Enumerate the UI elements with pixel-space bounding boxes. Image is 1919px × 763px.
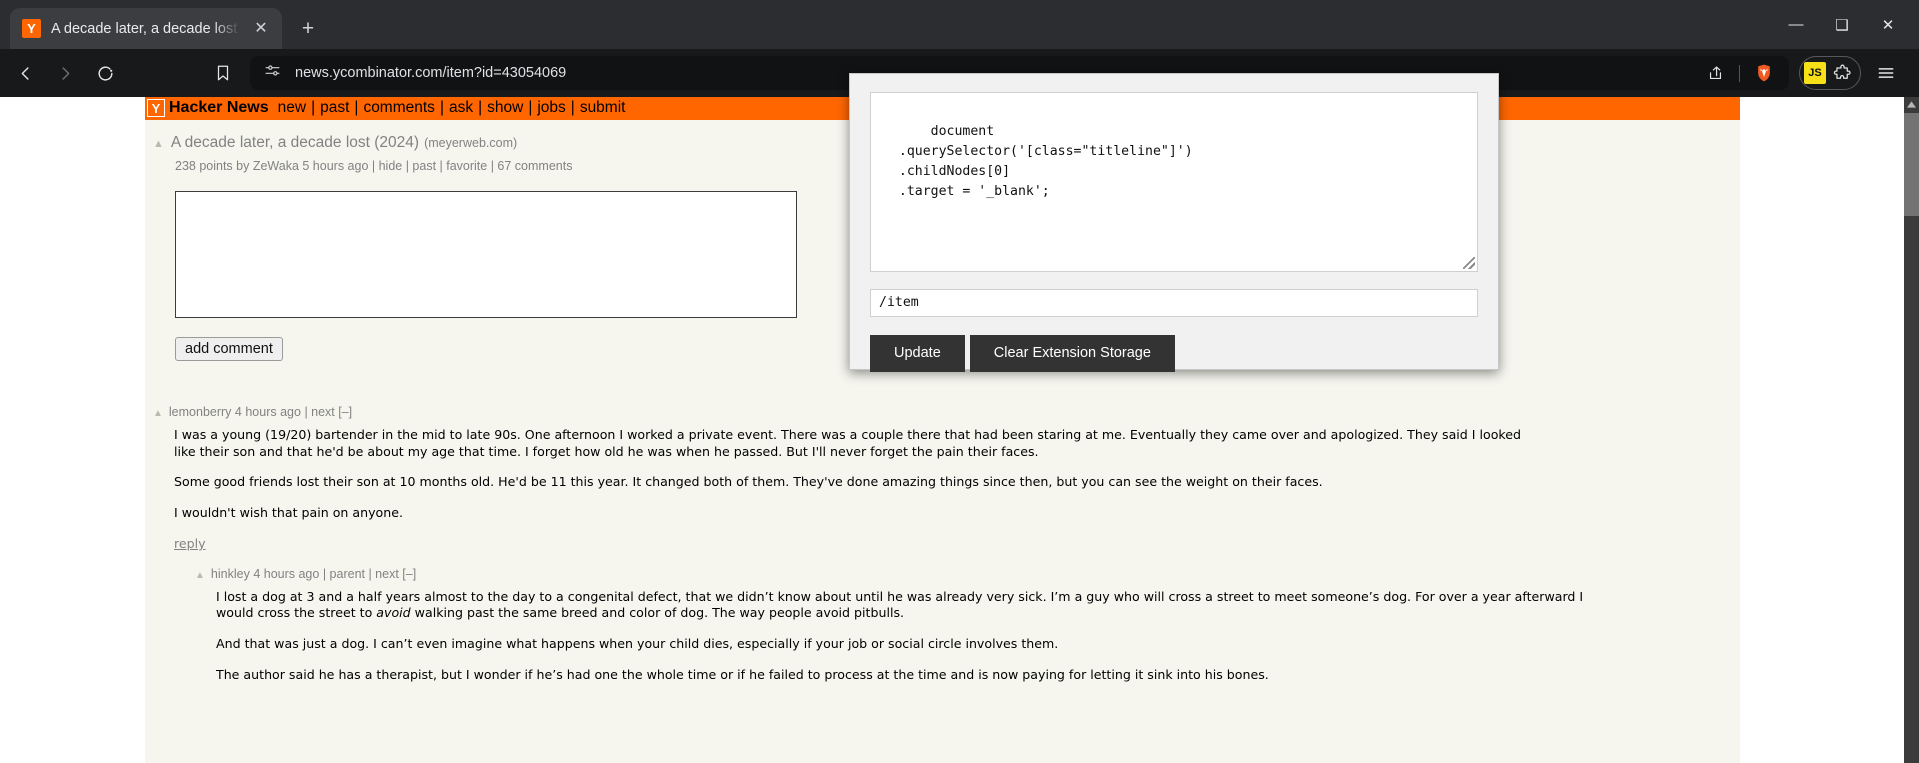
popup-button-row: Update Clear Extension Storage bbox=[870, 335, 1478, 372]
extension-popup: document .querySelector('[class="titleli… bbox=[849, 73, 1499, 372]
browser-window: Y A decade later, a decade lost (2 ✕ + —… bbox=[0, 0, 1919, 763]
code-text: document .querySelector('[class="titleli… bbox=[898, 124, 1193, 200]
scrollbar-thumb[interactable] bbox=[1904, 113, 1919, 216]
story-title[interactable]: A decade later, a decade lost (2024) bbox=[171, 134, 419, 152]
minimize-icon[interactable]: — bbox=[1773, 2, 1819, 47]
comment-links[interactable]: | parent | next [–] bbox=[323, 567, 416, 581]
close-window-icon[interactable]: ✕ bbox=[1865, 2, 1911, 47]
window-controls: — ❑ ✕ bbox=[1773, 0, 1911, 49]
story-host[interactable]: (meyerweb.com) bbox=[424, 136, 517, 150]
comment-author[interactable]: hinkley bbox=[211, 567, 250, 581]
tab-favicon: Y bbox=[22, 19, 41, 38]
back-icon[interactable] bbox=[6, 54, 44, 92]
hn-nav-jobs[interactable]: jobs bbox=[537, 99, 565, 117]
comment-links[interactable]: | next [–] bbox=[304, 405, 352, 419]
hn-logo[interactable]: Y bbox=[147, 99, 165, 117]
share-icon[interactable] bbox=[1700, 58, 1730, 88]
upvote-icon[interactable]: ▲ bbox=[195, 570, 205, 581]
hn-nav-sep: | bbox=[528, 99, 533, 116]
upvote-icon[interactable]: ▲ bbox=[153, 138, 164, 150]
extension-toolbar: JS bbox=[1799, 54, 1905, 92]
hn-site-title[interactable]: Hacker News bbox=[169, 99, 269, 117]
update-button[interactable]: Update bbox=[870, 335, 965, 372]
maximize-icon[interactable]: ❑ bbox=[1819, 2, 1865, 47]
hn-nav-sep: | bbox=[570, 99, 575, 116]
comment-paragraph: And that was just a dog. I can’t even im… bbox=[216, 636, 1059, 652]
hn-nav-submit[interactable]: submit bbox=[580, 99, 626, 117]
tab-title: A decade later, a decade lost (2 bbox=[51, 20, 240, 37]
bookmark-icon[interactable] bbox=[204, 54, 242, 92]
comment-textarea[interactable] bbox=[175, 191, 797, 318]
path-input[interactable]: /item bbox=[870, 289, 1478, 317]
hn-nav-sep: | bbox=[354, 99, 359, 116]
comment-paragraph: I lost a dog at 3 and a half years almos… bbox=[216, 588, 1584, 621]
comment-paragraph: I wouldn't wish that pain on anyone. bbox=[174, 505, 403, 521]
reload-icon[interactable] bbox=[86, 54, 124, 92]
comment-item: ▲ hinkley 4 hours ago | parent | next [–… bbox=[145, 567, 1740, 684]
extension-pill: JS bbox=[1799, 56, 1861, 90]
close-icon[interactable]: ✕ bbox=[250, 18, 272, 40]
comment-list: ▲ lemonberry 4 hours ago | next [–] I wa… bbox=[145, 361, 1740, 684]
omnibox-actions bbox=[1700, 58, 1783, 88]
emphasized-word: avoid bbox=[376, 605, 411, 621]
comment-age[interactable]: 4 hours ago bbox=[235, 405, 301, 419]
browser-menu-icon[interactable] bbox=[1867, 54, 1905, 92]
site-settings-icon[interactable] bbox=[264, 62, 281, 84]
hn-nav-comments[interactable]: comments bbox=[363, 99, 435, 117]
comment-age[interactable]: 4 hours ago bbox=[253, 567, 319, 581]
js-extension-icon[interactable]: JS bbox=[1804, 62, 1826, 84]
hn-nav-new[interactable]: new bbox=[278, 99, 306, 117]
hn-nav-sep: | bbox=[311, 99, 316, 116]
hn-nav-sep: | bbox=[439, 99, 444, 116]
tab-strip: Y A decade later, a decade lost (2 ✕ + —… bbox=[0, 0, 1919, 49]
brave-shields-icon[interactable] bbox=[1749, 58, 1779, 88]
hn-nav-ask[interactable]: ask bbox=[449, 99, 473, 117]
hn-nav-past[interactable]: past bbox=[320, 99, 349, 117]
code-editor-textarea[interactable]: document .querySelector('[class="titleli… bbox=[870, 92, 1478, 272]
comment-author[interactable]: lemonberry bbox=[169, 405, 232, 419]
upvote-icon[interactable]: ▲ bbox=[153, 408, 163, 419]
comment-item: ▲ lemonberry 4 hours ago | next [–] I wa… bbox=[145, 405, 1740, 553]
page-scrollbar[interactable] bbox=[1904, 97, 1919, 763]
add-comment-button[interactable]: add comment bbox=[175, 337, 283, 361]
comment-body: I was a young (19/20) bartender in the m… bbox=[153, 419, 1543, 553]
clear-storage-button[interactable]: Clear Extension Storage bbox=[969, 335, 1175, 372]
resize-grip-icon[interactable] bbox=[1463, 257, 1475, 269]
comment-paragraph: Some good friends lost their son at 10 m… bbox=[174, 474, 1323, 490]
comment-header: ▲ hinkley 4 hours ago | parent | next [–… bbox=[195, 567, 1740, 581]
reply-link[interactable]: reply bbox=[174, 536, 206, 551]
comment-header: ▲ lemonberry 4 hours ago | next [–] bbox=[153, 405, 1740, 419]
hn-nav-show[interactable]: show bbox=[487, 99, 523, 117]
comment-paragraph: I was a young (19/20) bartender in the m… bbox=[174, 427, 1522, 459]
scroll-up-icon[interactable] bbox=[1904, 97, 1919, 112]
forward-icon[interactable] bbox=[46, 54, 84, 92]
new-tab-button[interactable]: + bbox=[291, 11, 325, 45]
comment-paragraph: The author said he has a therapist, but … bbox=[216, 666, 1269, 682]
puzzle-piece-icon[interactable] bbox=[1828, 59, 1856, 87]
toolbar-divider bbox=[1739, 64, 1740, 82]
hn-nav-sep: | bbox=[478, 99, 483, 116]
browser-tab[interactable]: Y A decade later, a decade lost (2 ✕ bbox=[10, 8, 282, 49]
comment-body: I lost a dog at 3 and a half years almos… bbox=[195, 581, 1585, 684]
